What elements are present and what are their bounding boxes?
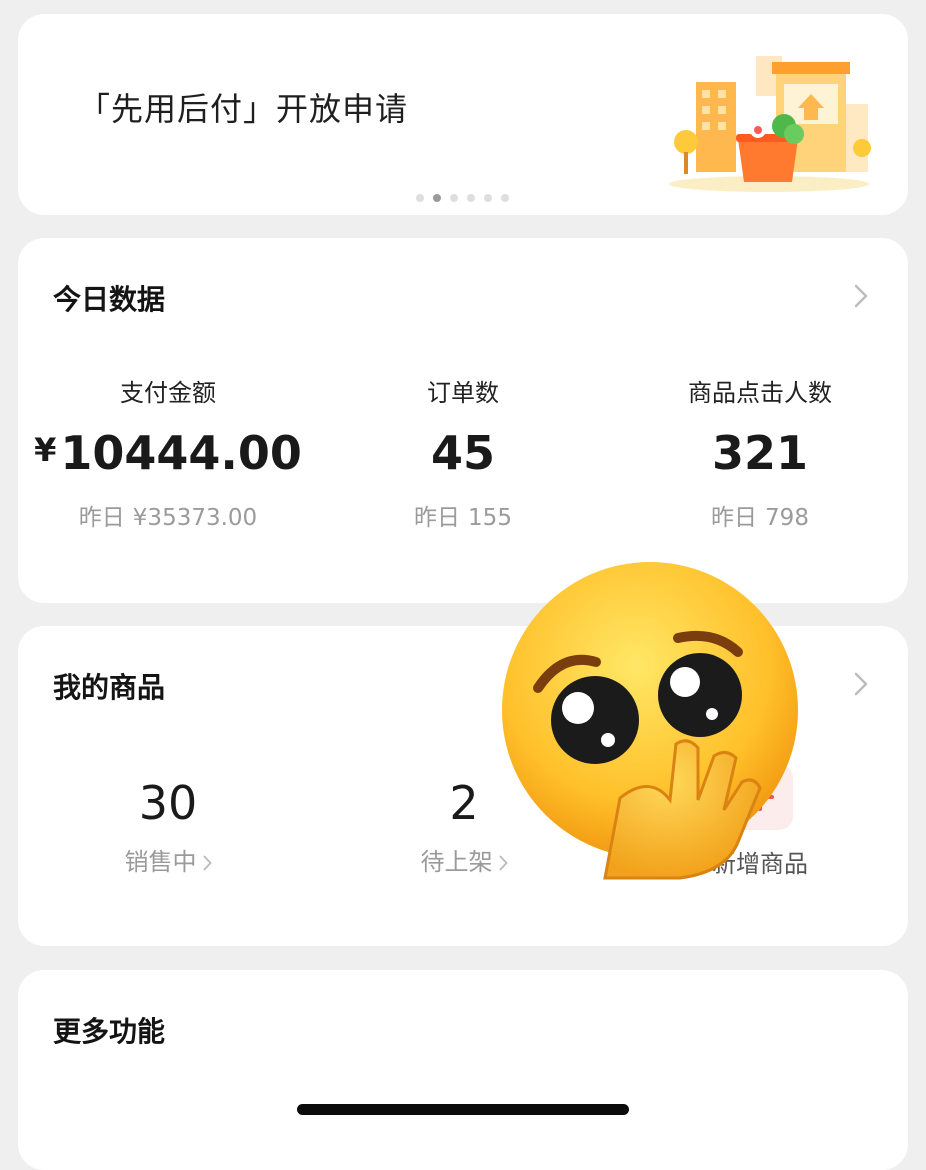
on-sale-count: 30 [138,776,198,830]
carousel-dot-active[interactable] [433,194,441,202]
stat-payment-amount[interactable]: 支付金额 ¥10444.00 昨日 ¥35373.00 [18,373,318,532]
stat-value: 45 [313,426,613,480]
stat-yesterday: 昨日 798 [610,498,910,532]
more-functions-card[interactable]: 更多功能 [18,970,908,1170]
chevron-right-icon[interactable] [854,672,868,696]
stat-value: 321 [610,426,910,480]
today-data-title: 今日数据 [53,283,166,316]
stat-order-count[interactable]: 订单数 45 昨日 155 [313,373,613,532]
today-data-card[interactable]: 今日数据 支付金额 ¥10444.00 昨日 ¥35373.00 订单数 45 昨… [18,238,908,603]
my-products-title: 我的商品 [53,671,166,704]
stat-yesterday: 昨日 155 [313,498,613,532]
stat-label: 订单数 [427,379,499,407]
emoji-face-sticker [502,562,798,880]
home-indicator[interactable] [297,1104,629,1115]
stat-product-clicks[interactable]: 商品点击人数 321 昨日 798 [610,373,910,532]
carousel-dot[interactable] [467,194,475,202]
yesterday-value: ¥35373.00 [132,505,258,531]
yesterday-label: 昨日 [711,505,758,531]
more-functions-title: 更多功能 [53,1015,166,1048]
stat-label: 商品点击人数 [688,379,832,407]
chevron-right-icon[interactable] [854,284,868,308]
stat-label: 支付金额 [120,379,216,407]
on-sale-link[interactable]: 销售中 [18,842,318,877]
pending-label: 待上架 [420,848,493,876]
promo-banner[interactable]: 「先用后付」开放申请 [18,14,908,215]
on-sale-label: 销售中 [124,848,197,876]
carousel-dot[interactable] [450,194,458,202]
currency-symbol: ¥ [34,431,57,469]
stat-number: 45 [430,426,495,480]
yesterday-label: 昨日 [78,505,125,531]
chevron-right-icon [203,855,212,871]
banner-headline: 「先用后付」开放申请 [78,90,409,128]
yesterday-label: 昨日 [414,505,461,531]
carousel-dots[interactable] [416,194,509,202]
store-illustration [669,56,871,192]
stat-value: ¥10444.00 [18,426,318,480]
carousel-dot[interactable] [416,194,424,202]
stat-number: 321 [711,426,809,480]
yesterday-value: 155 [468,505,512,531]
carousel-dot[interactable] [501,194,509,202]
stat-number: 10444.00 [60,426,302,480]
products-on-sale[interactable]: 30 销售中 [18,776,318,877]
carousel-dot[interactable] [484,194,492,202]
yesterday-value: 798 [765,505,809,531]
stat-yesterday: 昨日 ¥35373.00 [18,498,318,532]
